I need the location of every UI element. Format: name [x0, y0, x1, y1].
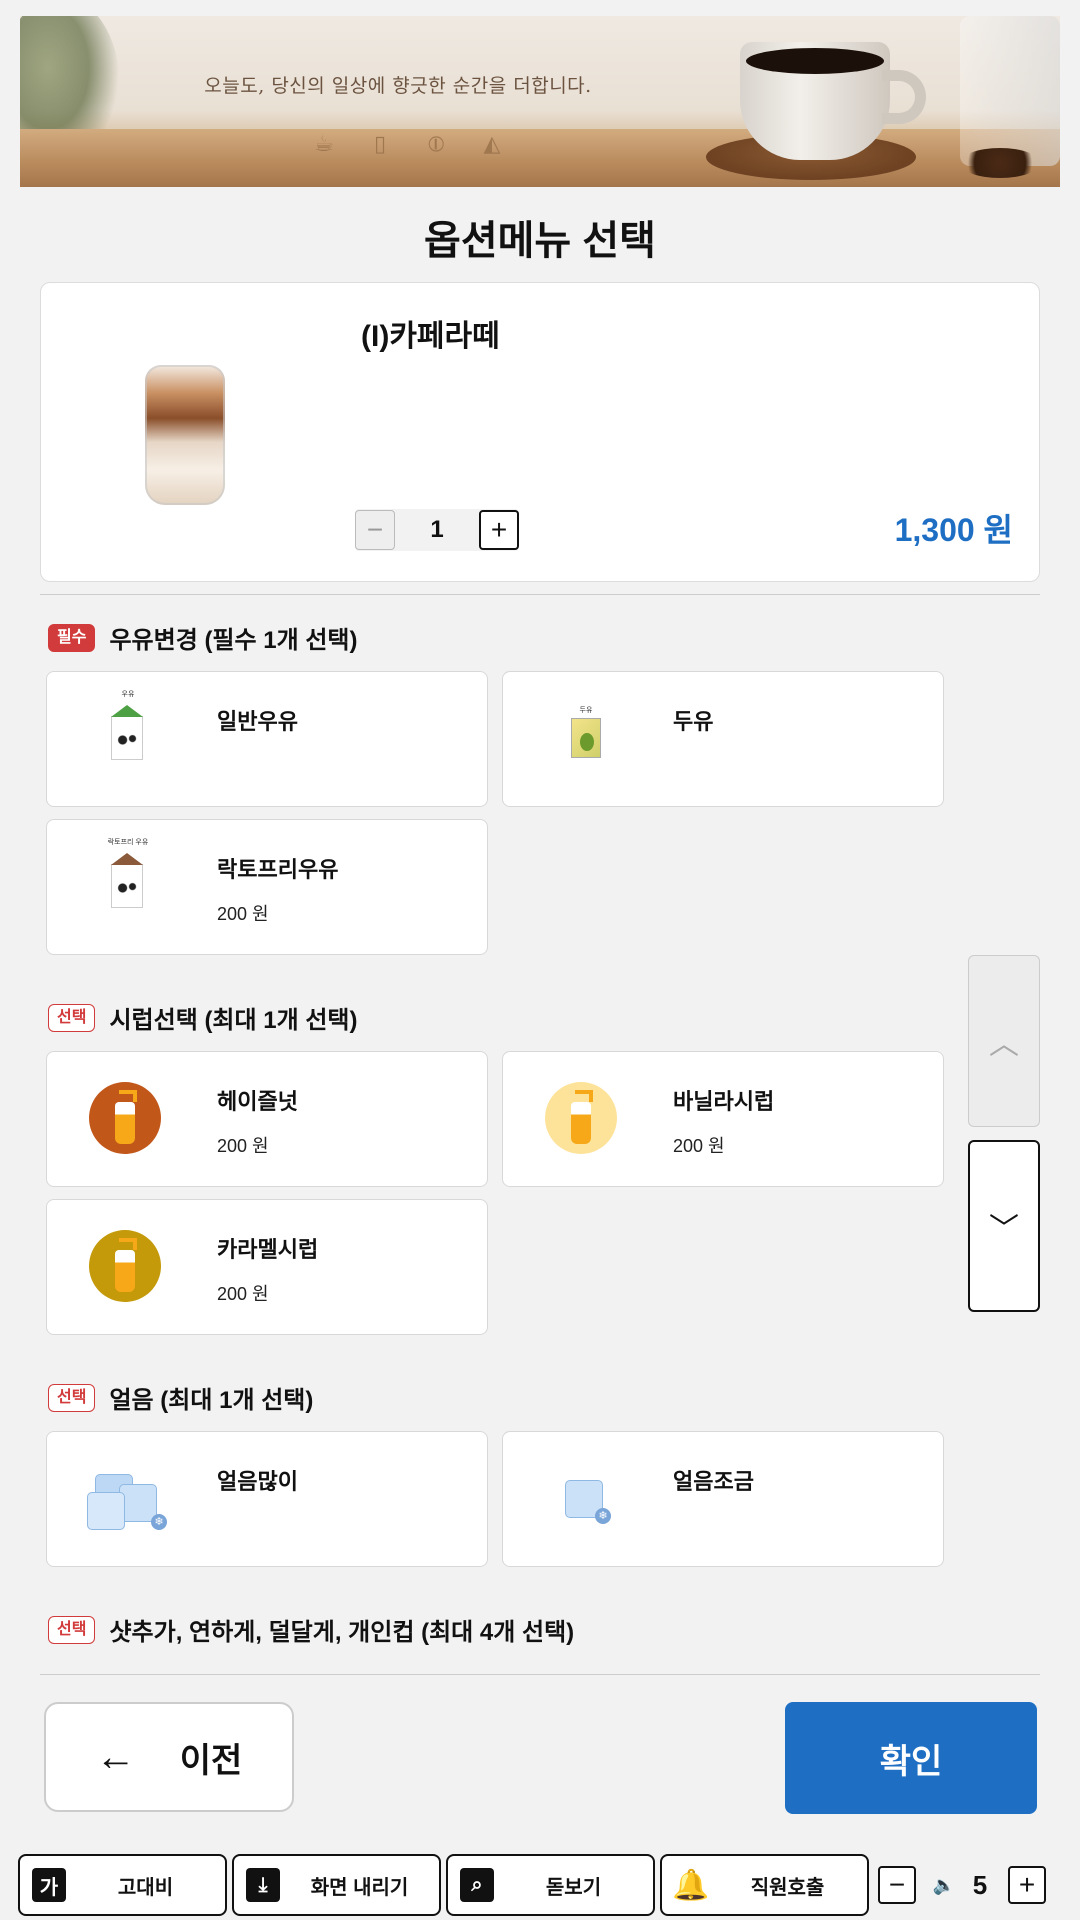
section-title: 얼음 (최대 1개 선택) — [109, 1387, 314, 1414]
magnifier-icon: ⌕ — [460, 1868, 494, 1902]
lower-screen-label: 화면 내리기 — [310, 1876, 409, 1899]
option-card-hazelnut[interactable]: 헤이즐넛 200 원 — [46, 1051, 488, 1187]
coffee-cup-image — [740, 42, 926, 162]
volume-control: − 🔈 5 + — [878, 1862, 1058, 1908]
option-label: 일반우유 — [217, 709, 298, 734]
section-header-extras: 선택 샷추가, 연하게, 덜달게, 개인컵 (최대 4개 선택) — [48, 1612, 574, 1647]
option-price: 200 원 — [217, 1136, 269, 1156]
lactofree-milk-carton-icon: 락토프리 우유 — [85, 839, 163, 926]
lower-screen-icon: ⤓ — [246, 1868, 280, 1902]
chevron-up-icon: ︿ — [989, 1028, 1019, 1061]
section-header-ice: 선택 얼음 (최대 1개 선택) — [48, 1380, 313, 1415]
syrup-bottle-icon — [541, 1082, 619, 1158]
takeout-cup-icon: ▯ — [373, 131, 387, 156]
arrow-left-icon: ← — [95, 1734, 136, 1779]
section-title: 샷추가, 연하게, 덜달게, 개인컵 (최대 4개 선택) — [109, 1619, 575, 1646]
option-label: 얼음많이 — [217, 1469, 298, 1494]
quantity-value: 1 — [430, 516, 444, 543]
banner-icons: ☕ ▯ ⦶ ◭ — [312, 132, 504, 156]
scroll-down-button[interactable]: ﹀ — [968, 1140, 1040, 1312]
section-header-milk: 필수 우유변경 (필수 1개 선택) — [48, 620, 358, 655]
option-price: 200 원 — [673, 1136, 725, 1156]
confirm-label: 확인 — [879, 1742, 943, 1781]
magnifier-label: 돋보기 — [545, 1876, 602, 1899]
option-card-less-ice[interactable]: ❄ 얼음조금 — [502, 1431, 944, 1567]
option-label: 헤이즐넛 — [217, 1089, 298, 1114]
increase-quantity-button[interactable]: + — [479, 510, 519, 550]
optional-badge: 선택 — [48, 1383, 96, 1412]
syrup-bottle-icon — [85, 1082, 163, 1158]
banner-tagline: 오늘도, 당신의 일상에 향긋한 순간을 더합니다. — [204, 75, 592, 97]
volume-down-button[interactable]: − — [878, 1866, 916, 1904]
call-staff-label: 직원호출 — [750, 1876, 825, 1899]
divider — [40, 594, 1040, 595]
optional-badge: 선택 — [48, 1003, 96, 1032]
bell-icon: 🔔 — [672, 1868, 710, 1902]
product-name: (I)카페라떼 — [361, 320, 500, 353]
syrup-bottle-icon — [85, 1230, 163, 1306]
cake-icon: ◭ — [483, 131, 501, 156]
chevron-down-icon: ﹀ — [989, 1213, 1019, 1246]
divider — [40, 1674, 1040, 1675]
option-card-regular-milk[interactable]: 우유 일반우유 — [46, 671, 488, 807]
coffee-cup-icon: ☕ — [314, 131, 334, 156]
glass-jar-decoration — [960, 16, 1060, 166]
coffee-bean-icon: ⦶ — [428, 131, 444, 156]
section-header-syrup: 선택 시럽선택 (최대 1개 선택) — [48, 1000, 358, 1035]
option-price: 200 원 — [217, 1284, 269, 1304]
option-label: 얼음조금 — [673, 1469, 754, 1494]
soy-milk-carton-icon: 두유 — [541, 702, 619, 778]
product-image — [145, 365, 225, 505]
high-contrast-icon: 가 — [32, 1868, 66, 1902]
coffee-beans-decoration — [960, 148, 1040, 178]
magnifier-button[interactable]: ⌕ 돋보기 — [446, 1854, 655, 1916]
volume-up-button[interactable]: + — [1008, 1866, 1046, 1904]
product-card: (I)카페라떼 − 1 + 1,300 원 — [40, 282, 1040, 582]
milk-carton-icon: 우유 — [85, 691, 163, 778]
high-contrast-button[interactable]: 가 고대비 — [18, 1854, 227, 1916]
option-label: 두유 — [673, 709, 714, 734]
ice-cube-icon: ❄ — [541, 1462, 619, 1538]
decrease-quantity-button[interactable]: − — [355, 510, 395, 550]
option-label: 락토프리우유 — [217, 857, 339, 882]
section-title: 우유변경 (필수 1개 선택) — [109, 627, 358, 654]
option-card-vanilla[interactable]: 바닐라시럽 200 원 — [502, 1051, 944, 1187]
option-card-caramel[interactable]: 카라멜시럽 200 원 — [46, 1199, 488, 1335]
previous-label: 이전 — [179, 1741, 243, 1780]
option-card-more-ice[interactable]: ❄ 얼음많이 — [46, 1431, 488, 1567]
ice-cubes-icon: ❄ — [85, 1462, 167, 1538]
option-label: 카라멜시럽 — [217, 1237, 319, 1262]
option-card-lactofree-milk[interactable]: 락토프리 우유 락토프리우유 200 원 — [46, 819, 488, 955]
option-card-soy-milk[interactable]: 두유 두유 — [502, 671, 944, 807]
promo-banner: 오늘도, 당신의 일상에 향긋한 순간을 더합니다. ☕ ▯ ⦶ ◭ — [20, 16, 1060, 187]
call-staff-button[interactable]: 🔔 직원호출 — [660, 1854, 869, 1916]
quantity-stepper: − 1 + — [355, 509, 519, 551]
optional-badge: 선택 — [48, 1615, 96, 1644]
previous-button[interactable]: ← 이전 — [44, 1702, 294, 1812]
option-price: 200 원 — [217, 904, 269, 924]
option-label: 바닐라시럽 — [673, 1089, 775, 1114]
scroll-up-button[interactable]: ︿ — [968, 955, 1040, 1127]
volume-value: 5 — [972, 1869, 988, 1900]
product-price: 1,300 원 — [894, 512, 1013, 548]
page-title: 옵션메뉴 선택 — [424, 219, 656, 263]
speaker-icon: 🔈 — [932, 1874, 956, 1895]
lower-screen-button[interactable]: ⤓ 화면 내리기 — [232, 1854, 441, 1916]
confirm-button[interactable]: 확인 — [785, 1702, 1037, 1814]
required-badge: 필수 — [48, 623, 96, 652]
section-title: 시럽선택 (최대 1개 선택) — [109, 1007, 358, 1034]
high-contrast-label: 고대비 — [117, 1876, 174, 1899]
